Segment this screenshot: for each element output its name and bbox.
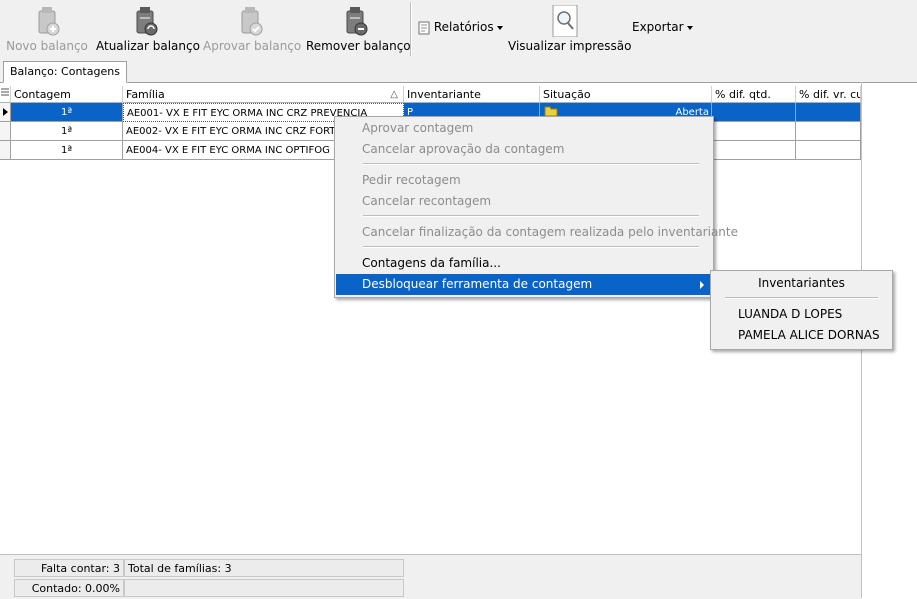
menu-item-cancel-approval[interactable]: Cancelar aprovação da contagem: [336, 139, 712, 160]
table-row-cell-contagem[interactable]: 1ª: [11, 141, 123, 160]
approve-balance-label: Aprovar balanço: [203, 39, 302, 53]
reports-label: Relatórios: [433, 20, 494, 34]
menu-item-cancel-finalization[interactable]: Cancelar finalização da contagem realiza…: [336, 222, 738, 243]
column-header-dif-vr[interactable]: % dif. vr. cu: [796, 86, 861, 103]
table-row-cell-contagem[interactable]: 1ª: [11, 103, 123, 122]
toolbar-separator: [410, 2, 412, 56]
tab-balance-counts[interactable]: Balanço: Contagens: [3, 61, 127, 83]
tab-strip: Balanço: Contagens: [0, 58, 917, 83]
counted-percent: Contado: 0.00%: [14, 579, 124, 597]
footer-empty-box: [124, 579, 404, 597]
column-header-inventariante[interactable]: Inventariante: [404, 86, 540, 103]
refresh-balance-button[interactable]: Atualizar balanço: [96, 2, 200, 56]
column-header-familia-label: Família: [126, 88, 165, 101]
approve-balance-button[interactable]: Aprovar balanço: [203, 2, 302, 56]
table-row-cell-dif-qtd[interactable]: [712, 103, 796, 122]
menu-item-unlock-count-tool[interactable]: Desbloquear ferramenta de contagem: [336, 274, 712, 295]
new-balance-button[interactable]: Novo balanço: [4, 2, 90, 56]
reports-dropdown[interactable]: Relatórios: [418, 20, 503, 35]
remaining-count: Falta contar: 3: [14, 559, 124, 577]
export-dropdown[interactable]: Exportar: [632, 20, 693, 34]
export-label: Exportar: [632, 20, 684, 34]
remove-balance-button[interactable]: Remover balanço: [306, 2, 411, 56]
submenu-item-luanda[interactable]: LUANDA D LOPES: [712, 304, 891, 325]
new-balance-icon: [38, 7, 60, 36]
submenu-arrow-icon: [700, 281, 704, 289]
menu-item-cancel-recount[interactable]: Cancelar recontagem: [336, 191, 712, 212]
row-indicator[interactable]: [0, 141, 11, 160]
refresh-balance-label: Atualizar balanço: [96, 39, 200, 53]
column-chooser-icon[interactable]: [0, 86, 11, 103]
refresh-balance-icon: [136, 7, 158, 36]
print-preview-button[interactable]: Visualizar impressão: [508, 2, 632, 56]
column-header-situacao[interactable]: Situação: [540, 86, 712, 103]
toolbar: Novo balanço Atualizar balanço Aprovar b…: [0, 0, 917, 59]
submenu-header: Inventariantes: [758, 276, 845, 290]
table-row-cell-dif-qtd[interactable]: [712, 141, 796, 160]
inventariantes-submenu: Inventariantes LUANDA D LOPES PAMELA ALI…: [710, 270, 893, 350]
summary-footer: Falta contar: 3 Total de famílias: 3 Con…: [0, 554, 861, 599]
context-menu: Aprovar contagem Cancelar aprovação da c…: [334, 116, 738, 298]
menu-separator: [363, 163, 699, 165]
remove-balance-icon: [346, 7, 368, 36]
row-indicator[interactable]: [0, 122, 11, 141]
chevron-down-icon: [496, 25, 503, 30]
sort-ascending-icon: △: [390, 89, 398, 100]
column-header-dif-qtd[interactable]: % dif. qtd.: [712, 86, 796, 103]
chevron-down-icon: [686, 25, 693, 30]
current-row-arrow-icon: [3, 108, 8, 116]
magnifier-icon: [552, 5, 578, 37]
row-indicator[interactable]: [0, 103, 11, 122]
menu-item-unlock-count-tool-label: Desbloquear ferramenta de contagem: [362, 277, 593, 291]
print-preview-label: Visualizar impressão: [508, 39, 632, 53]
new-balance-label: Novo balanço: [6, 39, 88, 53]
menu-separator: [725, 297, 878, 299]
table-row-cell-dif-vr[interactable]: [796, 103, 861, 122]
remove-balance-label: Remover balanço: [306, 39, 411, 53]
submenu-item-pamela[interactable]: PAMELA ALICE DORNAS: [712, 325, 891, 346]
table-row-cell-contagem[interactable]: 1ª: [11, 122, 123, 141]
total-families: Total de famílias: 3: [124, 559, 404, 577]
menu-separator: [363, 246, 699, 248]
reports-icon: [418, 21, 430, 34]
menu-item-approve-count[interactable]: Aprovar contagem: [336, 118, 712, 139]
menu-separator: [363, 215, 699, 217]
approve-balance-icon: [241, 7, 263, 36]
column-header-familia[interactable]: Família △: [123, 86, 404, 103]
table-row-cell-dif-vr[interactable]: [796, 122, 861, 141]
column-header-contagem[interactable]: Contagem: [11, 86, 123, 103]
table-row-cell-dif-qtd[interactable]: [712, 122, 796, 141]
table-row-cell-dif-vr[interactable]: [796, 141, 861, 160]
menu-item-family-counts[interactable]: Contagens da família...: [336, 253, 712, 274]
menu-item-request-recount[interactable]: Pedir recotagem: [336, 170, 712, 191]
